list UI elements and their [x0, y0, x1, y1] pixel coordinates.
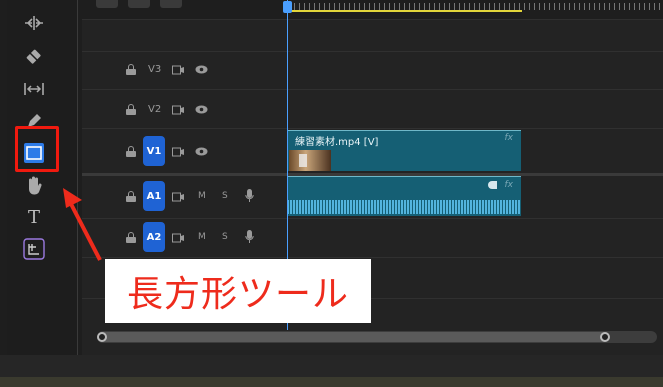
- add-marker-button[interactable]: [160, 0, 182, 8]
- callout-text: 長方形ツール: [126, 274, 349, 315]
- microphone-icon[interactable]: [245, 230, 254, 244]
- tools-panel: T: [7, 0, 78, 355]
- lock-icon[interactable]: [126, 104, 136, 115]
- track-name-v2[interactable]: V2: [148, 104, 161, 115]
- track-target-a2[interactable]: A2: [143, 222, 165, 252]
- eye-icon[interactable]: [195, 65, 208, 74]
- lock-icon[interactable]: [126, 232, 136, 243]
- eye-icon[interactable]: [195, 105, 208, 114]
- time-ruler[interactable]: [82, 0, 663, 20]
- track-target-v1[interactable]: V1: [143, 136, 165, 166]
- snap-button[interactable]: [96, 0, 118, 8]
- scrollbar-left-handle[interactable]: [97, 332, 107, 342]
- lock-icon[interactable]: [126, 146, 136, 157]
- track-separator: [82, 51, 663, 52]
- slip-icon[interactable]: [19, 74, 49, 104]
- eye-icon[interactable]: [195, 147, 208, 156]
- ripple-edit-icon[interactable]: [19, 8, 49, 38]
- video-clip[interactable]: 練習素材.mp4 [V] fx: [287, 130, 521, 171]
- scrollbar-thumb[interactable]: [99, 332, 608, 342]
- mute-button[interactable]: M: [198, 191, 206, 201]
- lock-icon[interactable]: [126, 64, 136, 75]
- linked-selection-button[interactable]: [128, 0, 150, 8]
- annotation-callout: 長方形ツール: [105, 259, 371, 323]
- track-separator: [82, 218, 663, 219]
- fx-badge: fx: [504, 180, 514, 190]
- fx-badge: fx: [504, 133, 514, 143]
- speaker-icon: [488, 181, 497, 189]
- solo-button[interactable]: S: [222, 191, 228, 201]
- timeline-zoom-scrollbar[interactable]: [97, 331, 657, 343]
- hand-icon[interactable]: [19, 170, 49, 200]
- type-icon[interactable]: T: [19, 202, 49, 232]
- track-name-v3[interactable]: V3: [148, 64, 161, 75]
- track-separator: [82, 89, 663, 90]
- sync-lock-icon[interactable]: [172, 192, 184, 202]
- sync-lock-icon[interactable]: [172, 65, 184, 75]
- track-target-a1[interactable]: A1: [143, 181, 165, 211]
- solo-button[interactable]: S: [222, 232, 228, 242]
- scrollbar-right-handle[interactable]: [600, 332, 610, 342]
- track-separator: [82, 257, 663, 258]
- audio-waveform: [287, 200, 521, 214]
- rectangle-tool-highlight: [15, 126, 59, 172]
- sync-lock-icon[interactable]: [172, 147, 184, 157]
- work-area-bar[interactable]: [289, 10, 522, 12]
- audio-clip[interactable]: fx: [287, 176, 521, 216]
- mute-button[interactable]: M: [198, 232, 206, 242]
- microphone-icon[interactable]: [245, 189, 254, 203]
- sync-lock-icon[interactable]: [172, 233, 184, 243]
- track-separator: [82, 128, 663, 129]
- lock-icon[interactable]: [126, 191, 136, 202]
- razor-icon[interactable]: [19, 42, 49, 72]
- sync-lock-icon[interactable]: [172, 105, 184, 115]
- annotation-arrow: [63, 188, 102, 261]
- ruler-ticks: [289, 3, 663, 10]
- type-tool-label: T: [27, 206, 40, 228]
- playhead-handle[interactable]: [283, 1, 292, 13]
- clip-thumbnail: [289, 150, 331, 171]
- bottom-panel-edge: [0, 355, 663, 387]
- video-clip-title: 練習素材.mp4 [V]: [295, 137, 379, 148]
- generative-extend-icon[interactable]: [19, 234, 49, 264]
